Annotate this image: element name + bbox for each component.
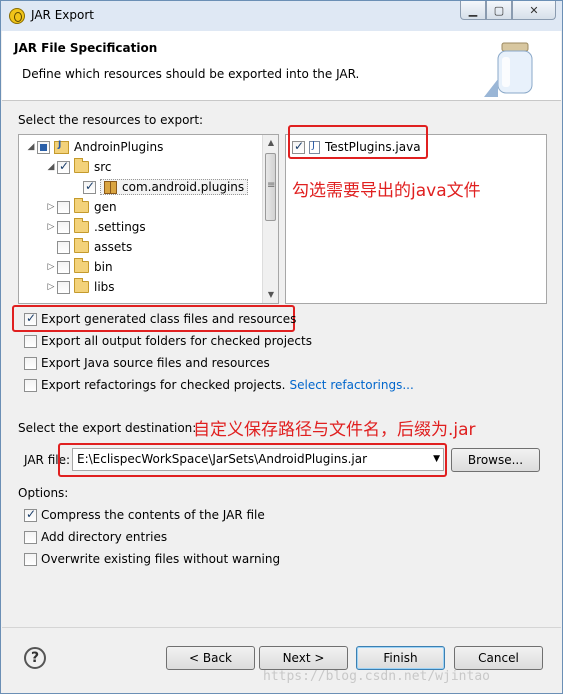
- option-checkbox[interactable]: [24, 356, 37, 370]
- option-checkbox[interactable]: [24, 334, 37, 348]
- annotation-select-java: 勾选需要导出的java文件: [292, 181, 481, 201]
- option-export-class-files[interactable]: Export generated class files and resourc…: [24, 310, 296, 328]
- tree-item-src[interactable]: ◢ src: [45, 157, 112, 177]
- window-controls: ▁ ▢ ✕: [460, 1, 556, 21]
- collapse-arrow-icon[interactable]: ◢: [45, 162, 57, 172]
- option-export-output-folders[interactable]: Export all output folders for checked pr…: [24, 332, 312, 350]
- select-refactorings-link[interactable]: Select refactorings...: [289, 378, 413, 392]
- option-label: Overwrite existing files without warning: [41, 552, 281, 566]
- browse-button[interactable]: Browse...: [451, 448, 540, 472]
- option-label: Export Java source files and resources: [41, 356, 270, 370]
- tree-item-label: gen: [94, 200, 117, 214]
- folder-icon: [74, 238, 89, 253]
- page-title: JAR File Specification: [14, 41, 158, 55]
- tree-checkbox[interactable]: [57, 200, 70, 214]
- collapse-arrow-icon[interactable]: ◢: [25, 142, 37, 152]
- next-button[interactable]: Next >: [259, 646, 348, 670]
- annotation-destination: 自定义保存路径与文件名，后缀为.jar: [193, 420, 476, 440]
- tree-checkbox[interactable]: [57, 260, 70, 274]
- tree-item-label: com.android.plugins: [122, 180, 245, 194]
- jar-export-dialog: JAR Export ▁ ▢ ✕ JAR File Specification …: [0, 0, 563, 694]
- help-icon[interactable]: ?: [24, 647, 46, 669]
- tree-item-label: libs: [94, 280, 115, 294]
- folder-icon: [74, 278, 89, 293]
- tree-item-com-android-plugins[interactable]: com.android.plugins: [83, 177, 249, 197]
- back-button[interactable]: < Back: [166, 646, 255, 670]
- option-checkbox[interactable]: [24, 507, 37, 522]
- package-icon: [104, 180, 117, 194]
- tree-item-label: src: [94, 160, 112, 174]
- tree-checkbox[interactable]: [57, 159, 70, 174]
- maximize-icon: ▢: [493, 3, 505, 17]
- footer-separator: [2, 627, 561, 628]
- option-checkbox[interactable]: [24, 552, 37, 566]
- scroll-up-icon[interactable]: ▲: [263, 135, 278, 151]
- option-checkbox[interactable]: [24, 311, 37, 326]
- tree-item-bin[interactable]: ▷ bin: [45, 257, 113, 277]
- file-list: TestPlugins.java: [285, 134, 547, 304]
- tree-checkbox[interactable]: [57, 280, 70, 294]
- option-label: Add directory entries: [41, 530, 168, 544]
- tree-item-settings[interactable]: ▷ .settings: [45, 217, 146, 237]
- option-label: Export all output folders for checked pr…: [41, 334, 312, 348]
- tree-checkbox[interactable]: [37, 140, 50, 154]
- option-export-source-files[interactable]: Export Java source files and resources: [24, 354, 270, 372]
- option-checkbox[interactable]: [24, 530, 37, 544]
- watermark: https://blog.csdn.net/wjintao: [263, 669, 490, 684]
- tree-item-label: AndroinPlugins: [74, 140, 164, 154]
- option-overwrite[interactable]: Overwrite existing files without warning: [24, 550, 280, 568]
- package-folder-icon: [74, 158, 89, 173]
- tree-item-label: assets: [94, 240, 133, 254]
- folder-icon: [74, 218, 89, 233]
- wizard-banner: JAR File Specification Define which reso…: [2, 31, 561, 101]
- title-bar: JAR Export ▁ ▢ ✕: [1, 1, 562, 31]
- tree-item-label: bin: [94, 260, 113, 274]
- resource-tree: ◢ AndroinPlugins ◢ src com.android.plugi…: [18, 134, 279, 304]
- highlight-box-java-file: [288, 125, 428, 159]
- expand-arrow-icon[interactable]: ▷: [45, 222, 57, 232]
- tree-checkbox[interactable]: [83, 179, 96, 194]
- tree-item-androinplugins[interactable]: ◢ AndroinPlugins: [25, 137, 164, 157]
- option-label: Export generated class files and resourc…: [41, 312, 297, 326]
- option-add-directory-entries[interactable]: Add directory entries: [24, 528, 167, 546]
- minimize-icon: ▁: [468, 3, 478, 17]
- tree-item-assets[interactable]: assets: [57, 237, 132, 257]
- maximize-button[interactable]: ▢: [486, 1, 512, 20]
- folder-icon: [74, 258, 89, 273]
- highlight-box-jar-path: [58, 443, 447, 477]
- tree-item-libs[interactable]: ▷ libs: [45, 277, 115, 297]
- expand-arrow-icon[interactable]: ▷: [45, 282, 57, 292]
- eclipse-icon: [9, 8, 25, 24]
- option-export-refactorings[interactable]: Export refactorings for checked projects…: [24, 376, 414, 394]
- option-label: Compress the contents of the JAR file: [41, 508, 265, 522]
- option-label: Export refactorings for checked projects…: [41, 378, 286, 392]
- options-label: Options:: [18, 486, 69, 500]
- tree-item-selection: com.android.plugins: [100, 179, 249, 195]
- tree-checkbox[interactable]: [57, 220, 70, 234]
- expand-arrow-icon[interactable]: ▷: [45, 202, 57, 212]
- project-icon: [54, 140, 69, 154]
- finish-button[interactable]: Finish: [356, 646, 445, 670]
- cancel-button[interactable]: Cancel: [454, 646, 543, 670]
- option-compress[interactable]: Compress the contents of the JAR file: [24, 506, 265, 524]
- scroll-thumb[interactable]: [265, 153, 276, 221]
- resources-label: Select the resources to export:: [18, 113, 204, 127]
- window-title: JAR Export: [31, 8, 94, 22]
- destination-label: Select the export destination:: [18, 421, 197, 435]
- expand-arrow-icon[interactable]: ▷: [45, 262, 57, 272]
- minimize-button[interactable]: ▁: [460, 1, 486, 20]
- package-folder-icon: [74, 198, 89, 213]
- close-button[interactable]: ✕: [512, 1, 556, 20]
- page-description: Define which resources should be exporte…: [22, 67, 360, 81]
- tree-checkbox[interactable]: [57, 240, 70, 254]
- close-icon: ✕: [529, 3, 539, 17]
- scroll-down-icon[interactable]: ▼: [263, 287, 278, 303]
- tree-item-gen[interactable]: ▷ gen: [45, 197, 117, 217]
- tree-scrollbar[interactable]: ▲ ▼: [262, 135, 278, 303]
- tree-item-label: .settings: [94, 220, 146, 234]
- option-checkbox[interactable]: [24, 378, 37, 392]
- jar-icon: [484, 42, 533, 97]
